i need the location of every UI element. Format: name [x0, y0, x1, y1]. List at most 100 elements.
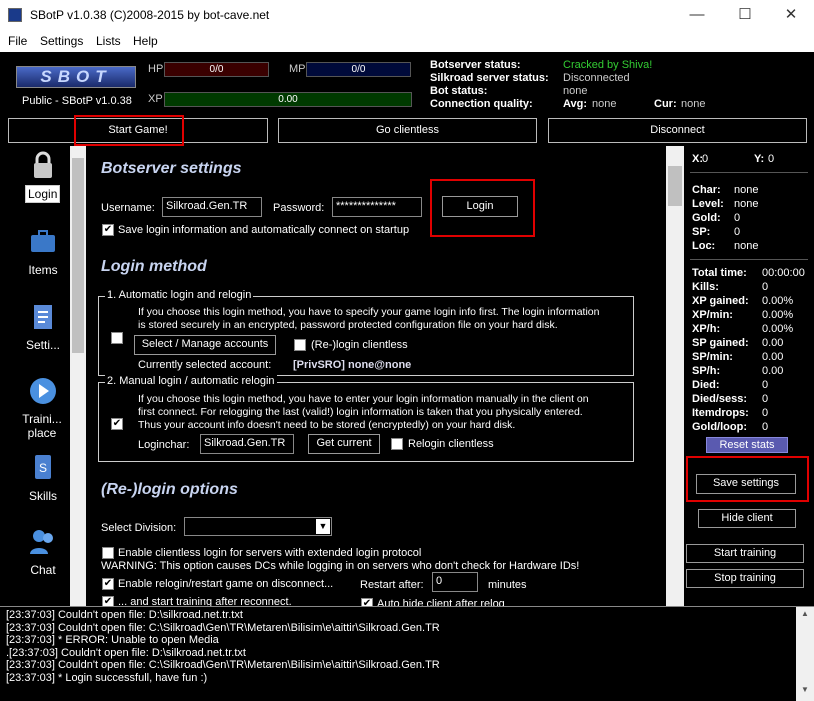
xp-label: XP: [148, 93, 163, 105]
username-label: Username:: [101, 202, 155, 214]
header-panel: SBOT Public - SBotP v1.0.38 HP 0/0 MP 0/…: [0, 52, 814, 114]
stat-label: Died/sess:: [692, 393, 748, 405]
relogin-options-heading: (Re-)login options: [101, 481, 238, 498]
stat-value: 0: [762, 421, 769, 433]
auto-hide-label: Auto hide client after relog: [377, 598, 505, 606]
main-scroll-thumb[interactable]: [668, 166, 682, 206]
botserver-settings-heading: Botserver settings: [101, 160, 242, 177]
manual-login-title: 2. Manual login / automatic relogin: [105, 375, 277, 387]
get-current-button[interactable]: Get current: [308, 434, 380, 454]
stat-value: 0: [762, 379, 769, 391]
sidebar-scroll-thumb[interactable]: [72, 158, 84, 353]
book-icon: S: [35, 455, 51, 479]
gold-value: 0: [734, 212, 741, 224]
stats-divider-1: [690, 172, 808, 173]
stat-value: 0.00%: [762, 309, 794, 321]
enable-relogin-checkbox[interactable]: ✔: [102, 578, 114, 590]
stat-label: SP gained:: [692, 337, 749, 349]
sidebar-scrollbar[interactable]: [70, 146, 86, 606]
chevron-down-icon[interactable]: ▼: [316, 519, 330, 534]
stat-label: Died:: [692, 379, 720, 391]
loginchar-field[interactable]: Silkroad.Gen.TR: [200, 434, 294, 454]
division-select[interactable]: [184, 517, 332, 536]
logo-text: SBOT: [40, 67, 112, 86]
loc-value: none: [734, 240, 759, 252]
stat-value: 0.00%: [762, 295, 794, 307]
x-value: 0: [702, 153, 709, 165]
menu-bar: File Settings Lists Help: [0, 30, 814, 52]
start-game-button[interactable]: Start Game!: [8, 118, 268, 143]
bot-status-value: none: [563, 85, 588, 97]
start-training-after-label: ... and start training after reconnect.: [118, 596, 292, 606]
restart-after-field[interactable]: 0: [432, 572, 478, 592]
stat-value: 00:00:00: [762, 267, 805, 279]
login-panel: Botserver settings Username: Silkroad.Ge…: [86, 146, 666, 606]
connection-quality-label: Connection quality:: [430, 98, 533, 110]
password-field[interactable]: **************: [332, 197, 422, 217]
stat-label: SP/min:: [692, 351, 733, 363]
stat-label: Itemdrops:: [692, 407, 749, 419]
hide-client-button[interactable]: Hide client: [698, 509, 796, 528]
play-icon: [30, 378, 56, 404]
close-button[interactable]: ✕: [768, 4, 814, 26]
lock-icon: [34, 151, 52, 178]
stat-label: SP/h:: [692, 365, 721, 377]
stop-training-button[interactable]: Stop training: [686, 569, 804, 588]
loc-label: Loc:: [692, 240, 716, 252]
bot-status-label: Bot status:: [430, 85, 488, 97]
stat-value: 0.00: [762, 365, 784, 377]
division-label: Select Division:: [101, 522, 177, 534]
save-login-checkbox[interactable]: ✔: [102, 224, 114, 236]
go-clientless-button[interactable]: Go clientless: [278, 118, 537, 143]
stat-label: Gold/loop:: [692, 421, 747, 433]
stat-value: 0.00: [762, 351, 784, 363]
login-button[interactable]: Login: [442, 196, 518, 217]
hp-bar: 0/0: [164, 62, 269, 77]
gold-label: Gold:: [692, 212, 721, 224]
stat-value: 0.00%: [762, 323, 794, 335]
maximize-button[interactable]: ☐: [722, 4, 768, 26]
automatic-login-checkbox[interactable]: [111, 332, 123, 344]
svg-text:S: S: [39, 461, 47, 475]
menu-file[interactable]: File: [8, 34, 27, 48]
enable-clientless-checkbox[interactable]: [102, 547, 114, 559]
login-method-heading: Login method: [101, 258, 207, 275]
loginchar-label: Loginchar:: [138, 439, 190, 451]
save-settings-button[interactable]: Save settings: [696, 474, 796, 494]
menu-settings[interactable]: Settings: [40, 34, 83, 48]
save-login-label: Save login information and automatically…: [118, 224, 410, 236]
log-scrollbar[interactable]: ▲ ▼: [796, 607, 814, 701]
reset-stats-button[interactable]: Reset stats: [706, 437, 788, 453]
minimize-button[interactable]: —: [674, 4, 720, 26]
menu-help[interactable]: Help: [133, 34, 158, 48]
level-label: Level:: [692, 198, 724, 210]
silkroad-status-label: Silkroad server status:: [430, 72, 549, 84]
relogin-clientless-checkbox[interactable]: [294, 339, 306, 351]
hp-label: HP: [148, 63, 164, 75]
menu-lists[interactable]: Lists: [96, 34, 121, 48]
relogin-clientless2-label: Relogin clientless: [408, 438, 494, 450]
window-title: SBotP v1.0.38 (C)2008-2015 by bot-cave.n…: [30, 8, 270, 22]
stat-label: Total time:: [692, 267, 747, 279]
automatic-login-desc2: is stored securely in an encrypted, pass…: [138, 319, 558, 331]
clientless-warning: WARNING: This option causes DCs while lo…: [101, 560, 580, 572]
start-training-after-checkbox[interactable]: ✔: [102, 596, 114, 606]
xp-bar: 0.00: [164, 92, 412, 107]
current-account-value: [PrivSRO] none@none: [293, 359, 412, 371]
stat-value: 0: [762, 393, 769, 405]
start-training-button[interactable]: Start training: [686, 544, 804, 563]
botserver-status-label: Botserver status:: [430, 59, 521, 71]
auto-hide-checkbox[interactable]: ✔: [361, 598, 373, 606]
disconnect-button[interactable]: Disconnect: [548, 118, 807, 143]
select-accounts-button[interactable]: Select / Manage accounts: [134, 335, 276, 355]
log-panel: [23:37:03] Couldn't open file: D:\silkro…: [0, 606, 814, 701]
main-scrollbar[interactable]: [666, 146, 684, 606]
relogin-clientless2-checkbox[interactable]: [391, 438, 403, 450]
sp-label: SP:: [692, 226, 711, 238]
log-scroll-down[interactable]: ▼: [796, 685, 814, 699]
log-scroll-up[interactable]: ▲: [796, 609, 814, 623]
manual-login-checkbox[interactable]: ✔: [111, 418, 123, 430]
log-line: .[23:37:03] Couldn't open file: D:\silkr…: [6, 646, 246, 659]
silkroad-status-value: Disconnected: [563, 72, 630, 84]
username-field[interactable]: Silkroad.Gen.TR: [162, 197, 262, 217]
